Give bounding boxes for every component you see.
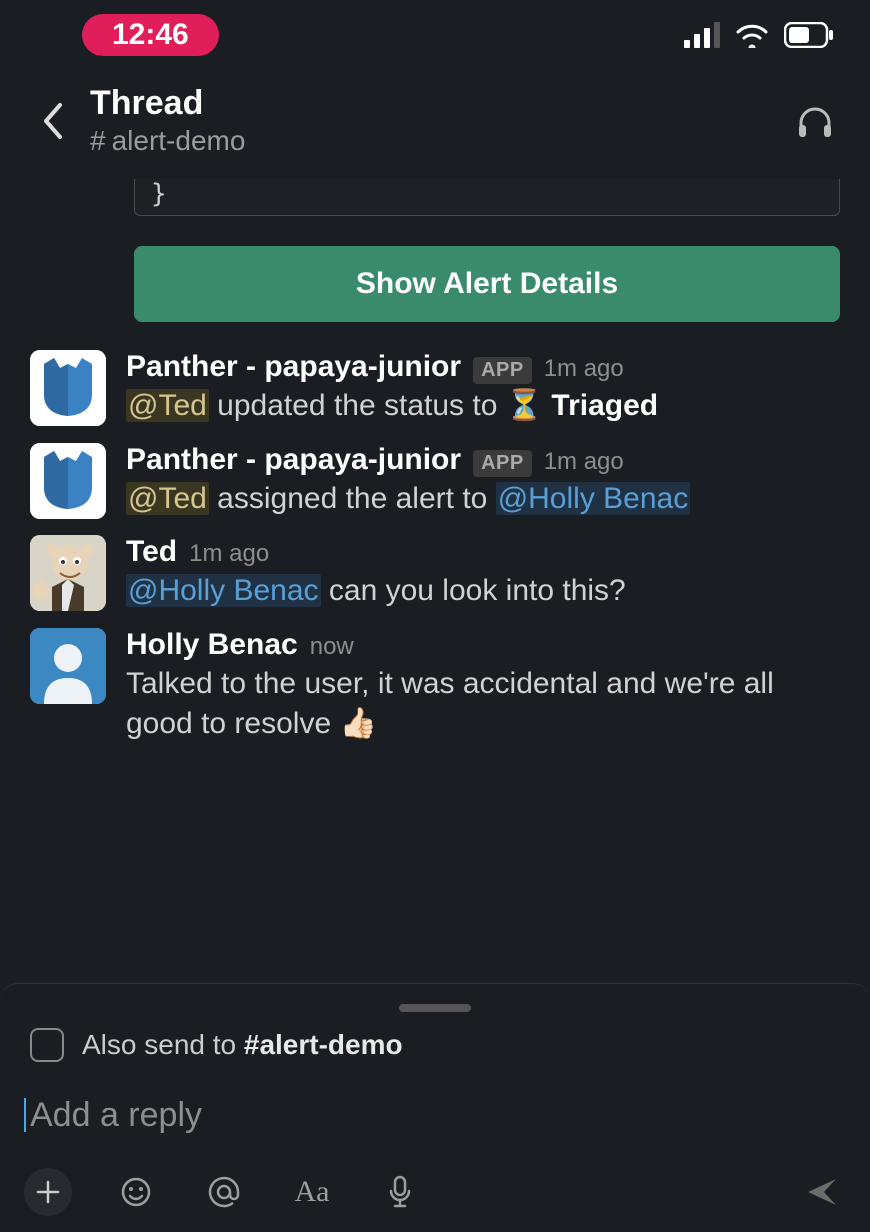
status-time: 12:46	[82, 14, 219, 56]
headphones-icon	[795, 101, 835, 141]
avatar[interactable]	[30, 535, 106, 611]
text-bold: Triaged	[551, 389, 658, 422]
mention[interactable]: @Ted	[126, 389, 209, 422]
header-text[interactable]: Thread # alert-demo	[90, 84, 790, 157]
app-badge: APP	[473, 450, 532, 477]
also-send-row[interactable]: Also send to #alert-demo	[24, 1028, 846, 1062]
message-body: Panther - papaya-junior APP 1m ago @Ted ass…	[106, 443, 840, 520]
mic-icon	[386, 1175, 414, 1209]
chevron-left-icon	[41, 102, 63, 140]
message-body: Ted 1m ago @Holly Benac can you look into …	[106, 535, 840, 612]
show-alert-details-button[interactable]: Show Alert Details	[134, 246, 840, 322]
avatar[interactable]	[30, 628, 106, 704]
send-button[interactable]	[798, 1168, 846, 1216]
at-icon	[207, 1175, 241, 1209]
header-channel: # alert-demo	[90, 125, 790, 157]
author-name[interactable]: Ted	[126, 535, 177, 569]
mention[interactable]: @Holly Benac	[496, 482, 691, 515]
author-name[interactable]: Panther - papaya-junior	[126, 443, 461, 477]
message-body: Holly Benac now Talked to the user, it was…	[106, 628, 840, 745]
avatar[interactable]	[30, 350, 106, 426]
code-block-tail: }	[134, 179, 840, 216]
status-bar: 12:46	[0, 0, 870, 70]
reply-input[interactable]: Add a reply	[24, 1098, 202, 1132]
timestamp: now	[310, 633, 354, 661]
message-row[interactable]: Holly Benac now Talked to the user, it was…	[30, 620, 840, 753]
timestamp: 1m ago	[544, 448, 624, 476]
text: assigned the alert to	[209, 482, 496, 515]
mention-button[interactable]	[200, 1168, 248, 1216]
message-text: @Holly Benac can you look into this?	[126, 571, 840, 612]
text: Talked to the user, it was accidental an…	[126, 667, 774, 741]
status-icons	[684, 22, 834, 48]
emoji: ⏳	[506, 389, 543, 422]
reply-input-row[interactable]: Add a reply	[24, 1088, 846, 1142]
wifi-icon	[734, 22, 770, 48]
thread-header: Thread # alert-demo	[0, 70, 870, 179]
message-header: Ted 1m ago	[126, 535, 840, 569]
message-row[interactable]: Ted 1m ago @Holly Benac can you look into …	[30, 527, 840, 620]
headphones-button[interactable]	[790, 96, 840, 146]
format-button[interactable]: Aa	[288, 1168, 336, 1216]
timestamp: 1m ago	[544, 355, 624, 383]
message-body: Panther - papaya-junior APP 1m ago @Ted upd…	[106, 350, 840, 427]
timestamp: 1m ago	[189, 540, 269, 568]
message-row[interactable]: Panther - papaya-junior APP 1m ago @Ted ass…	[30, 435, 840, 528]
cellular-icon	[684, 22, 720, 48]
voice-button[interactable]	[376, 1168, 424, 1216]
text: updated the status to	[209, 389, 506, 422]
mention[interactable]: @Holly Benac	[126, 574, 321, 607]
composer: Also send to #alert-demo Add a reply Aa	[0, 983, 870, 1232]
hash-icon: #	[90, 125, 106, 157]
message-header: Panther - papaya-junior APP 1m ago	[126, 350, 840, 384]
message-header: Panther - papaya-junior APP 1m ago	[126, 443, 840, 477]
avatar[interactable]	[30, 443, 106, 519]
author-name[interactable]: Holly Benac	[126, 628, 298, 662]
composer-toolbar: Aa	[24, 1142, 846, 1216]
drag-handle[interactable]	[399, 1004, 471, 1012]
emoji-button[interactable]	[112, 1168, 160, 1216]
format-icon: Aa	[295, 1175, 330, 1209]
emoji-icon	[120, 1176, 152, 1208]
emoji: 👍🏻	[339, 707, 376, 740]
message-header: Holly Benac now	[126, 628, 840, 662]
attach-button[interactable]	[24, 1168, 72, 1216]
text: can you look into this?	[321, 574, 626, 607]
thread-content: } Show Alert Details Panther - papaya-ju…	[0, 179, 870, 753]
message-text: Talked to the user, it was accidental an…	[126, 664, 840, 745]
app-badge: APP	[473, 357, 532, 384]
also-send-checkbox[interactable]	[30, 1028, 64, 1062]
message-text: @Ted assigned the alert to @Holly Benac	[126, 479, 840, 520]
mention[interactable]: @Ted	[126, 482, 209, 515]
also-send-label: Also send to #alert-demo	[82, 1029, 403, 1061]
message-text: @Ted updated the status to ⏳ Triaged	[126, 386, 840, 427]
battery-icon	[784, 22, 834, 48]
plus-icon	[35, 1179, 61, 1205]
message-row[interactable]: Panther - papaya-junior APP 1m ago @Ted upd…	[30, 342, 840, 435]
author-name[interactable]: Panther - papaya-junior	[126, 350, 461, 384]
back-button[interactable]	[22, 91, 82, 151]
send-icon	[805, 1175, 839, 1209]
channel-name: alert-demo	[112, 125, 246, 157]
header-title: Thread	[90, 84, 790, 123]
